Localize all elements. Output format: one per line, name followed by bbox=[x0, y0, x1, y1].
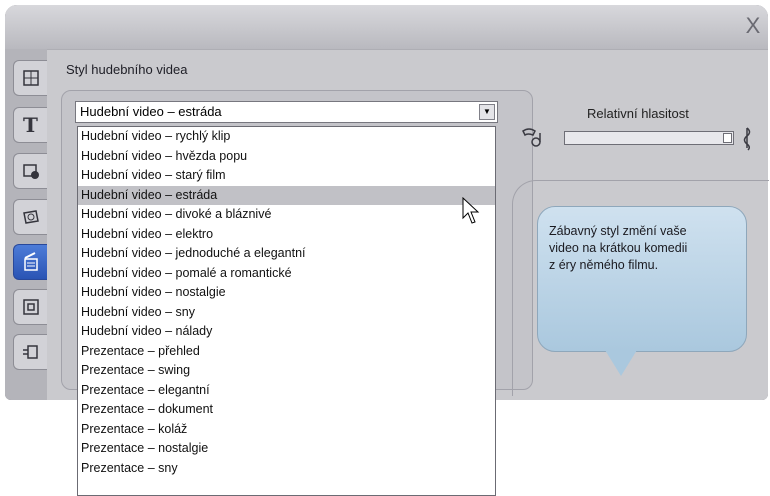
description-line-1: Zábavný styl změní vaše bbox=[549, 224, 687, 238]
style-option[interactable]: Hudební video – nálady bbox=[78, 322, 495, 342]
style-select[interactable]: Hudební video – estráda ▼ bbox=[75, 101, 498, 123]
description-bubble: Zábavný styl změní vaše video na krátkou… bbox=[537, 206, 747, 352]
mouse-cursor-icon bbox=[462, 197, 480, 224]
style-option[interactable]: Prezentace – swing bbox=[78, 361, 495, 381]
volume-slider-thumb[interactable] bbox=[723, 133, 732, 143]
style-option[interactable]: Prezentace – elegantní bbox=[78, 381, 495, 401]
photo-tool-icon[interactable] bbox=[13, 199, 47, 235]
style-option[interactable]: Hudební video – jednoduché a elegantní bbox=[78, 244, 495, 264]
description-line-3: z éry němého filmu. bbox=[549, 258, 659, 272]
speaker-icon bbox=[522, 128, 541, 147]
style-select-value: Hudební video – estráda bbox=[80, 104, 222, 119]
smartmovie-tool-icon[interactable] bbox=[13, 244, 47, 280]
style-option[interactable]: Hudební video – rychlý klip bbox=[78, 127, 495, 147]
title-bar: X bbox=[5, 5, 768, 49]
menu-tool-icon[interactable] bbox=[13, 153, 47, 189]
style-option[interactable]: Hudební video – estráda bbox=[78, 185, 495, 205]
title-tool-icon[interactable]: T bbox=[13, 107, 47, 143]
effects-tool-icon[interactable] bbox=[13, 334, 47, 370]
chevron-down-icon[interactable]: ▼ bbox=[479, 104, 495, 120]
volume-label: Relativní hlasitost bbox=[587, 106, 689, 121]
style-option[interactable]: Prezentace – koláž bbox=[78, 420, 495, 440]
panel-title: Styl hudebního videa bbox=[66, 62, 188, 77]
volume-slider[interactable] bbox=[564, 131, 734, 145]
style-option[interactable]: Prezentace – sny bbox=[78, 459, 495, 479]
style-dropdown-list[interactable]: Hudební video – rychlý klip Hudební video… bbox=[77, 126, 496, 496]
style-option[interactable]: Hudební video – sny bbox=[78, 303, 495, 323]
style-option[interactable]: Hudební video – elektro bbox=[78, 225, 495, 245]
style-option[interactable]: Hudební video – divoké a bláznivé bbox=[78, 205, 495, 225]
style-option[interactable]: Hudební video – nostalgie bbox=[78, 283, 495, 303]
description-line-2: video na krátkou komedii bbox=[549, 241, 688, 255]
bubble-tail bbox=[605, 350, 637, 376]
style-option[interactable]: Prezentace – přehled bbox=[78, 342, 495, 362]
style-option[interactable]: Prezentace – nostalgie bbox=[78, 439, 495, 459]
style-option[interactable]: Hudební video – pomalé a romantické bbox=[78, 264, 495, 284]
tool-strip: T bbox=[5, 49, 47, 400]
audio-tool-icon[interactable] bbox=[13, 60, 47, 96]
style-option[interactable]: Hudební video – hvězda popu bbox=[78, 147, 495, 167]
music-note-icon bbox=[743, 127, 751, 151]
overlay-tool-icon[interactable] bbox=[13, 289, 47, 325]
close-button[interactable]: X bbox=[744, 15, 762, 37]
style-option[interactable]: Prezentace – dokument bbox=[78, 400, 495, 420]
style-option[interactable]: Hudební video – starý film bbox=[78, 166, 495, 186]
